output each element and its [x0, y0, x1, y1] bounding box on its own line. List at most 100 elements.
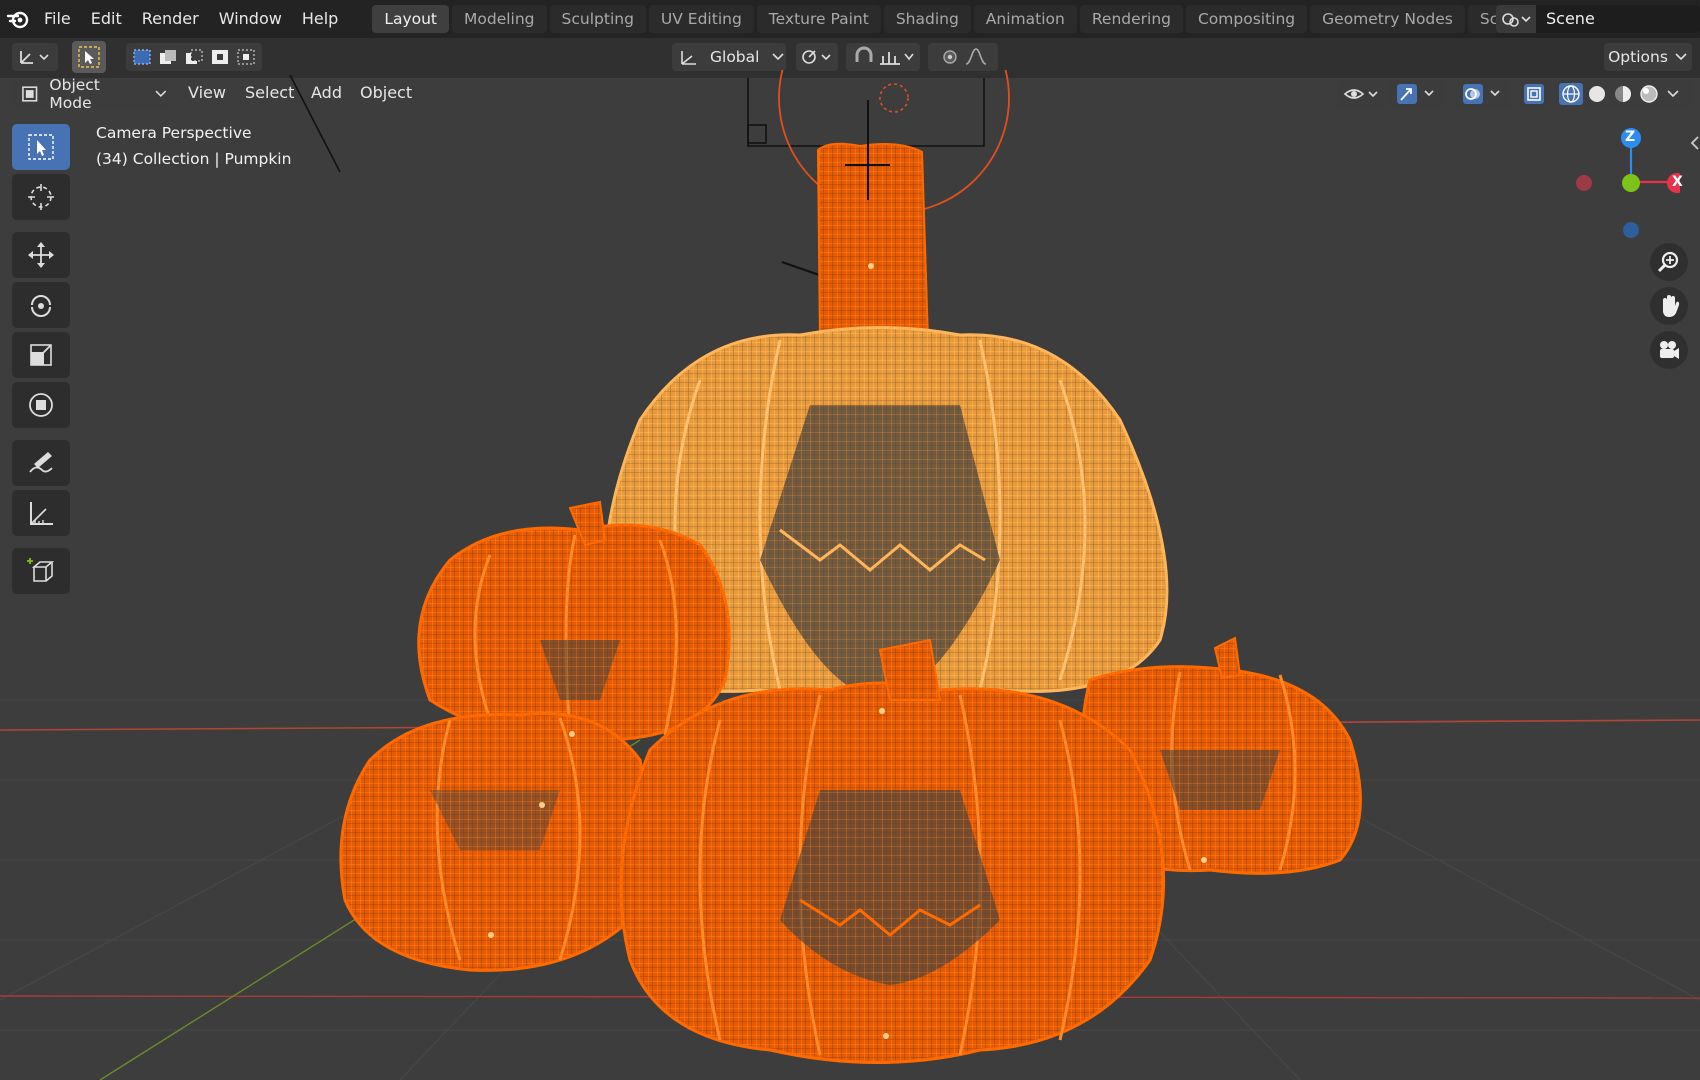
viewport-menu-select[interactable]: Select: [237, 78, 302, 108]
transform-orientation-dropdown[interactable]: Global: [672, 43, 786, 71]
proportional-editing-group: [928, 43, 998, 71]
scene-selector: Scene: [1496, 5, 1700, 33]
xray-toggle[interactable]: [1520, 80, 1548, 108]
select-new-icon[interactable]: [131, 47, 153, 67]
viewport-menu-view[interactable]: View: [180, 78, 234, 108]
transform-icon: [29, 393, 53, 417]
pivot-icon: [802, 50, 831, 64]
tool-move[interactable]: [12, 232, 70, 278]
tab-texture-paint[interactable]: Texture Paint: [756, 5, 881, 33]
tab-compositing[interactable]: Compositing: [1185, 5, 1308, 33]
gizmo-neg-z-dot[interactable]: [1623, 222, 1639, 238]
material-shading-icon[interactable]: [1610, 82, 1636, 106]
object-mode-dropdown[interactable]: Object Mode: [14, 76, 168, 112]
cursor-arrow-icon: [78, 46, 100, 68]
gizmo-neg-x-dot[interactable]: [1576, 175, 1592, 191]
menu-window[interactable]: Window: [209, 0, 292, 38]
menu-file[interactable]: File: [34, 0, 81, 38]
chevron-down-icon: [1675, 53, 1687, 61]
tool-scale[interactable]: [12, 332, 70, 378]
gizmo-z-label: Z: [1625, 129, 1636, 145]
gizmo-toggle-group[interactable]: [1390, 80, 1444, 108]
gizmo-icon: [1397, 84, 1434, 104]
navigation-gizmo[interactable]: Z X: [1560, 120, 1687, 240]
proportional-editing-icon[interactable]: [937, 46, 963, 68]
select-extend-icon[interactable]: [157, 47, 179, 67]
tall-stem: [816, 142, 930, 341]
chevron-left-icon: [1690, 136, 1699, 150]
zoom-button[interactable]: [1650, 243, 1688, 281]
gizmo-x-label: X: [1672, 174, 1683, 190]
3d-viewport[interactable]: Camera Perspective (34) Collection | Pum…: [0, 70, 1700, 1080]
snapping-group: [846, 43, 920, 71]
snap-magnet-icon[interactable]: [851, 46, 877, 68]
overlays-toggle-group[interactable]: [1456, 80, 1510, 108]
tool-select-box[interactable]: [12, 124, 70, 170]
wireframe-shading-icon[interactable]: [1558, 82, 1584, 106]
tool-measure[interactable]: [12, 490, 70, 536]
tab-layout[interactable]: Layout: [372, 5, 450, 33]
editor-type-button[interactable]: [12, 43, 58, 71]
orientation-label: Global: [710, 48, 760, 66]
main-menu: File Edit Render Window Help: [34, 0, 348, 38]
selection-mode-group: [126, 43, 262, 71]
workspace-tabs: Layout Modeling Sculpting UV Editing Tex…: [372, 0, 1564, 38]
tab-geometry-nodes[interactable]: Geometry Nodes: [1310, 5, 1465, 33]
visibility-dropdown[interactable]: [1338, 80, 1384, 108]
tab-modeling[interactable]: Modeling: [452, 5, 547, 33]
view-perspective-label: Camera Perspective: [96, 124, 252, 142]
menu-edit[interactable]: Edit: [81, 0, 132, 38]
gizmo-y-dot[interactable]: [1622, 174, 1640, 192]
scene-browse-button[interactable]: [1496, 5, 1536, 33]
snap-increment-icon[interactable]: [877, 46, 903, 68]
overlays-icon: [1463, 84, 1500, 104]
scene-icon: [1502, 13, 1531, 27]
pivot-point-dropdown[interactable]: [796, 43, 838, 71]
object-mode-icon: [22, 86, 38, 102]
select-subtract-icon[interactable]: [183, 47, 205, 67]
eye-icon: [1343, 89, 1378, 99]
rotate-icon: [31, 295, 51, 317]
viewport-menu-add[interactable]: Add: [303, 78, 350, 108]
add-cube-icon: [27, 558, 55, 582]
tab-uv-editing[interactable]: UV Editing: [648, 5, 754, 33]
rendered-shading-icon[interactable]: [1636, 82, 1662, 106]
annotate-pencil-icon: [29, 452, 53, 473]
select-invert-icon[interactable]: [209, 47, 231, 67]
select-tool-indicator[interactable]: [72, 41, 106, 73]
axes-icon: [20, 51, 49, 64]
blender-logo-icon[interactable]: [2, 0, 34, 38]
tab-shading[interactable]: Shading: [883, 5, 971, 33]
chevron-down-icon: [155, 90, 167, 98]
object-mode-label: Object Mode: [49, 76, 100, 112]
viewport-menu-object[interactable]: Object: [352, 78, 420, 108]
select-intersect-icon[interactable]: [235, 47, 257, 67]
falloff-curve-icon[interactable]: [963, 46, 989, 68]
pan-button[interactable]: [1650, 287, 1688, 325]
move-icon: [28, 242, 54, 268]
top-bar: File Edit Render Window Help Layout Mode…: [0, 0, 1700, 38]
3d-cursor-icon: [28, 184, 54, 210]
tool-annotate[interactable]: [12, 440, 70, 486]
chevron-down-icon: [1667, 90, 1679, 98]
tab-sculpting[interactable]: Sculpting: [549, 5, 646, 33]
camera-icon: [1660, 341, 1679, 359]
menu-help[interactable]: Help: [292, 0, 348, 38]
tool-rotate[interactable]: [12, 282, 70, 328]
solid-shading-icon[interactable]: [1584, 82, 1610, 106]
collection-object-label: (34) Collection | Pumpkin: [96, 150, 292, 168]
menu-render[interactable]: Render: [132, 0, 209, 38]
xray-icon: [1524, 84, 1544, 104]
tab-animation[interactable]: Animation: [973, 5, 1077, 33]
options-dropdown[interactable]: Options: [1604, 43, 1692, 71]
tab-rendering[interactable]: Rendering: [1079, 5, 1183, 33]
zoom-magnifier-icon: [1657, 251, 1679, 273]
tool-transform[interactable]: [12, 382, 70, 428]
tool-cursor[interactable]: [12, 174, 70, 220]
tool-add-cube[interactable]: [12, 548, 70, 594]
sidebar-toggle-arrow[interactable]: [1690, 135, 1700, 151]
small-pumpkin-left-upper: [417, 500, 731, 742]
orientation-axes-icon: [681, 51, 696, 65]
scene-name-field[interactable]: Scene: [1536, 5, 1700, 33]
camera-view-button[interactable]: [1650, 331, 1688, 369]
